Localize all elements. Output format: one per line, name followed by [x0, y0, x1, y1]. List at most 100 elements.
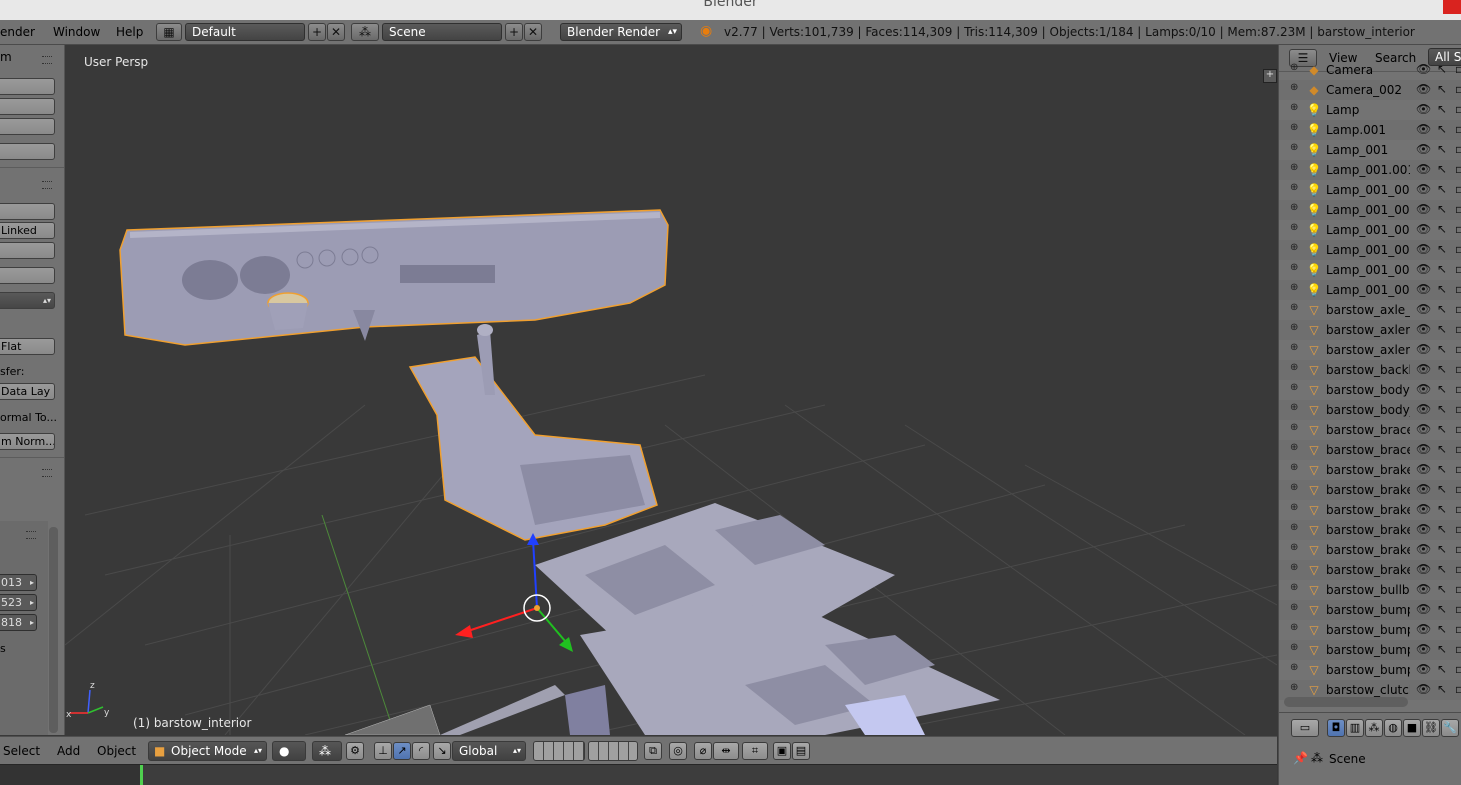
menu-window[interactable]: Window [53, 25, 100, 39]
expand-toggle-icon[interactable]: ⊕ [1290, 283, 1300, 293]
modifiers-tab-icon[interactable]: 🔧 [1441, 719, 1459, 737]
number-field[interactable]: 818 ▸ [0, 614, 37, 631]
grille-mesh[interactable] [344, 704, 441, 735]
outliner-scrollbar[interactable] [1284, 697, 1408, 707]
move-manipulator-icon[interactable]: ↗ [393, 742, 411, 760]
viewport-scene[interactable]: z x y [65, 45, 1277, 735]
render-toggle-icon[interactable]: ▫ [1455, 522, 1461, 536]
render-toggle-icon[interactable]: ▫ [1455, 662, 1461, 676]
cursor-select-icon[interactable]: ↖ [1437, 322, 1447, 336]
outliner-row[interactable]: ⊕ ▽ barstow_brace 👁 ↖ ▫ [1279, 420, 1461, 440]
eye-icon[interactable]: 👁 [1416, 462, 1431, 476]
eye-icon[interactable]: 👁 [1416, 102, 1431, 116]
outliner-item-name[interactable]: Lamp_001_001 [1326, 223, 1410, 237]
outliner-row[interactable]: ⊕ 💡 Lamp.001 👁 ↖ ▫ [1279, 120, 1461, 140]
cursor-select-icon[interactable]: ↖ [1437, 602, 1447, 616]
outliner-item-name[interactable]: barstow_bump [1326, 623, 1410, 637]
expand-toggle-icon[interactable]: ⊕ [1290, 663, 1300, 673]
outliner-row[interactable]: ⊕ 💡 Lamp_001_001 👁 ↖ ▫ [1279, 260, 1461, 280]
remove-layout-button[interactable]: ✕ [327, 23, 345, 41]
outliner-item-name[interactable]: Camera [1326, 63, 1410, 77]
expand-toggle-icon[interactable]: ⊕ [1290, 543, 1300, 553]
eye-icon[interactable]: 👁 [1416, 442, 1431, 456]
outliner-item-name[interactable]: Lamp_001_001 [1326, 243, 1410, 257]
viewport-shading-select[interactable]: ● [272, 741, 306, 761]
outliner-row[interactable]: ⊕ ▽ barstow_brake 👁 ↖ ▫ [1279, 540, 1461, 560]
lock-layers-icon[interactable]: ⧉ [644, 742, 662, 760]
outliner-row[interactable]: ⊕ ◆ Camera 👁 ↖ ▫ [1279, 60, 1461, 80]
cursor-select-icon[interactable]: ↖ [1437, 302, 1447, 316]
rotate-manipulator-icon[interactable]: ◜ [412, 742, 430, 760]
outliner-row[interactable]: ⊕ ▽ barstow_brake 👁 ↖ ▫ [1279, 520, 1461, 540]
render-toggle-icon[interactable]: ▫ [1455, 542, 1461, 556]
render-toggle-icon[interactable]: ▫ [1455, 562, 1461, 576]
expand-toggle-icon[interactable]: ⊕ [1290, 83, 1300, 93]
layers-grid-b[interactable] [588, 741, 638, 761]
cursor-select-icon[interactable]: ↖ [1437, 102, 1447, 116]
properties-toggle-button[interactable]: + [1263, 69, 1277, 83]
cursor-select-icon[interactable]: ↖ [1437, 422, 1447, 436]
render-engine-select[interactable]: Blender Render ▴▾ [560, 23, 682, 41]
eye-icon[interactable]: 👁 [1416, 402, 1431, 416]
cursor-select-icon[interactable]: ↖ [1437, 482, 1447, 496]
eye-icon[interactable]: 👁 [1416, 542, 1431, 556]
snap-target-select[interactable]: ⌗ [742, 742, 768, 760]
expand-toggle-icon[interactable]: ⊕ [1290, 223, 1300, 233]
outliner-row[interactable]: ⊕ ◆ Camera_002 👁 ↖ ▫ [1279, 80, 1461, 100]
opengl-render-icon[interactable]: ▣ [773, 742, 791, 760]
outliner-item-name[interactable]: barstow_backli [1326, 363, 1410, 377]
render-toggle-icon[interactable]: ▫ [1455, 602, 1461, 616]
mode-select[interactable]: ■ Object Mode ▴▾ [148, 741, 267, 761]
outliner-item-name[interactable]: barstow_brace [1326, 443, 1410, 457]
outliner-row[interactable]: ⊕ ▽ barstow_bump 👁 ↖ ▫ [1279, 620, 1461, 640]
eye-icon[interactable]: 👁 [1416, 422, 1431, 436]
cursor-select-icon[interactable]: ↖ [1437, 262, 1447, 276]
expand-toggle-icon[interactable]: ⊕ [1290, 643, 1300, 653]
data-layers-button[interactable]: Data Lay [0, 383, 55, 400]
outliner-row[interactable]: ⊕ 💡 Lamp_001_001 👁 ↖ ▫ [1279, 220, 1461, 240]
shelf-button[interactable] [0, 118, 55, 135]
eye-icon[interactable]: 👁 [1416, 82, 1431, 96]
cursor-select-icon[interactable]: ↖ [1437, 542, 1447, 556]
add-layout-button[interactable]: + [308, 23, 326, 41]
expand-toggle-icon[interactable]: ⊕ [1290, 203, 1300, 213]
render-toggle-icon[interactable]: ▫ [1455, 582, 1461, 596]
outliner-row[interactable]: ⊕ 💡 Lamp_001_001 👁 ↖ ▫ [1279, 240, 1461, 260]
cursor-select-icon[interactable]: ↖ [1437, 242, 1447, 256]
pin-icon[interactable]: 📌 [1293, 751, 1308, 765]
expand-toggle-icon[interactable]: ⊕ [1290, 623, 1300, 633]
expand-toggle-icon[interactable]: ⊕ [1290, 263, 1300, 273]
3d-viewport[interactable]: z x y User Persp (1) barstow_interior + [65, 45, 1277, 735]
outliner-item-name[interactable]: barstow_bump [1326, 603, 1410, 617]
screen-layout-icon[interactable]: ▦ [156, 23, 182, 41]
dashboard-mesh[interactable] [119, 209, 669, 346]
outliner-item-name[interactable]: barstow_body_ [1326, 403, 1410, 417]
render-toggle-icon[interactable]: ▫ [1455, 502, 1461, 516]
cursor-select-icon[interactable]: ↖ [1437, 682, 1447, 696]
number-field[interactable]: 013 ▸ [0, 574, 37, 591]
cursor-select-icon[interactable]: ↖ [1437, 402, 1447, 416]
panel-drag-handle[interactable] [42, 469, 52, 477]
outliner-item-name[interactable]: barstow_axle_F [1326, 303, 1410, 317]
shelf-button[interactable] [0, 143, 55, 160]
expand-toggle-icon[interactable]: ⊕ [1290, 443, 1300, 453]
outliner-row[interactable]: ⊕ ▽ barstow_brake 👁 ↖ ▫ [1279, 500, 1461, 520]
render-toggle-icon[interactable]: ▫ [1455, 182, 1461, 196]
eye-icon[interactable]: 👁 [1416, 502, 1431, 516]
shelf-button[interactable] [0, 242, 55, 259]
render-toggle-icon[interactable]: ▫ [1455, 322, 1461, 336]
translate-manipulator-icon[interactable]: ⊥ [374, 742, 392, 760]
expand-toggle-icon[interactable]: ⊕ [1290, 483, 1300, 493]
outliner-row[interactable]: ⊕ ▽ barstow_body 👁 ↖ ▫ [1279, 380, 1461, 400]
render-toggle-icon[interactable]: ▫ [1455, 122, 1461, 136]
panel-drag-handle[interactable] [42, 56, 52, 64]
cursor-select-icon[interactable]: ↖ [1437, 362, 1447, 376]
outliner-row[interactable]: ⊕ ▽ barstow_bump 👁 ↖ ▫ [1279, 600, 1461, 620]
outliner-item-name[interactable]: Camera_002 [1326, 83, 1410, 97]
outliner-row[interactable]: ⊕ 💡 Lamp_001 👁 ↖ ▫ [1279, 140, 1461, 160]
eye-icon[interactable]: 👁 [1416, 582, 1431, 596]
world-tab-icon[interactable]: ◍ [1384, 719, 1402, 737]
cursor-select-icon[interactable]: ↖ [1437, 622, 1447, 636]
outliner-item-name[interactable]: barstow_brake [1326, 543, 1410, 557]
expand-toggle-icon[interactable]: ⊕ [1290, 523, 1300, 533]
